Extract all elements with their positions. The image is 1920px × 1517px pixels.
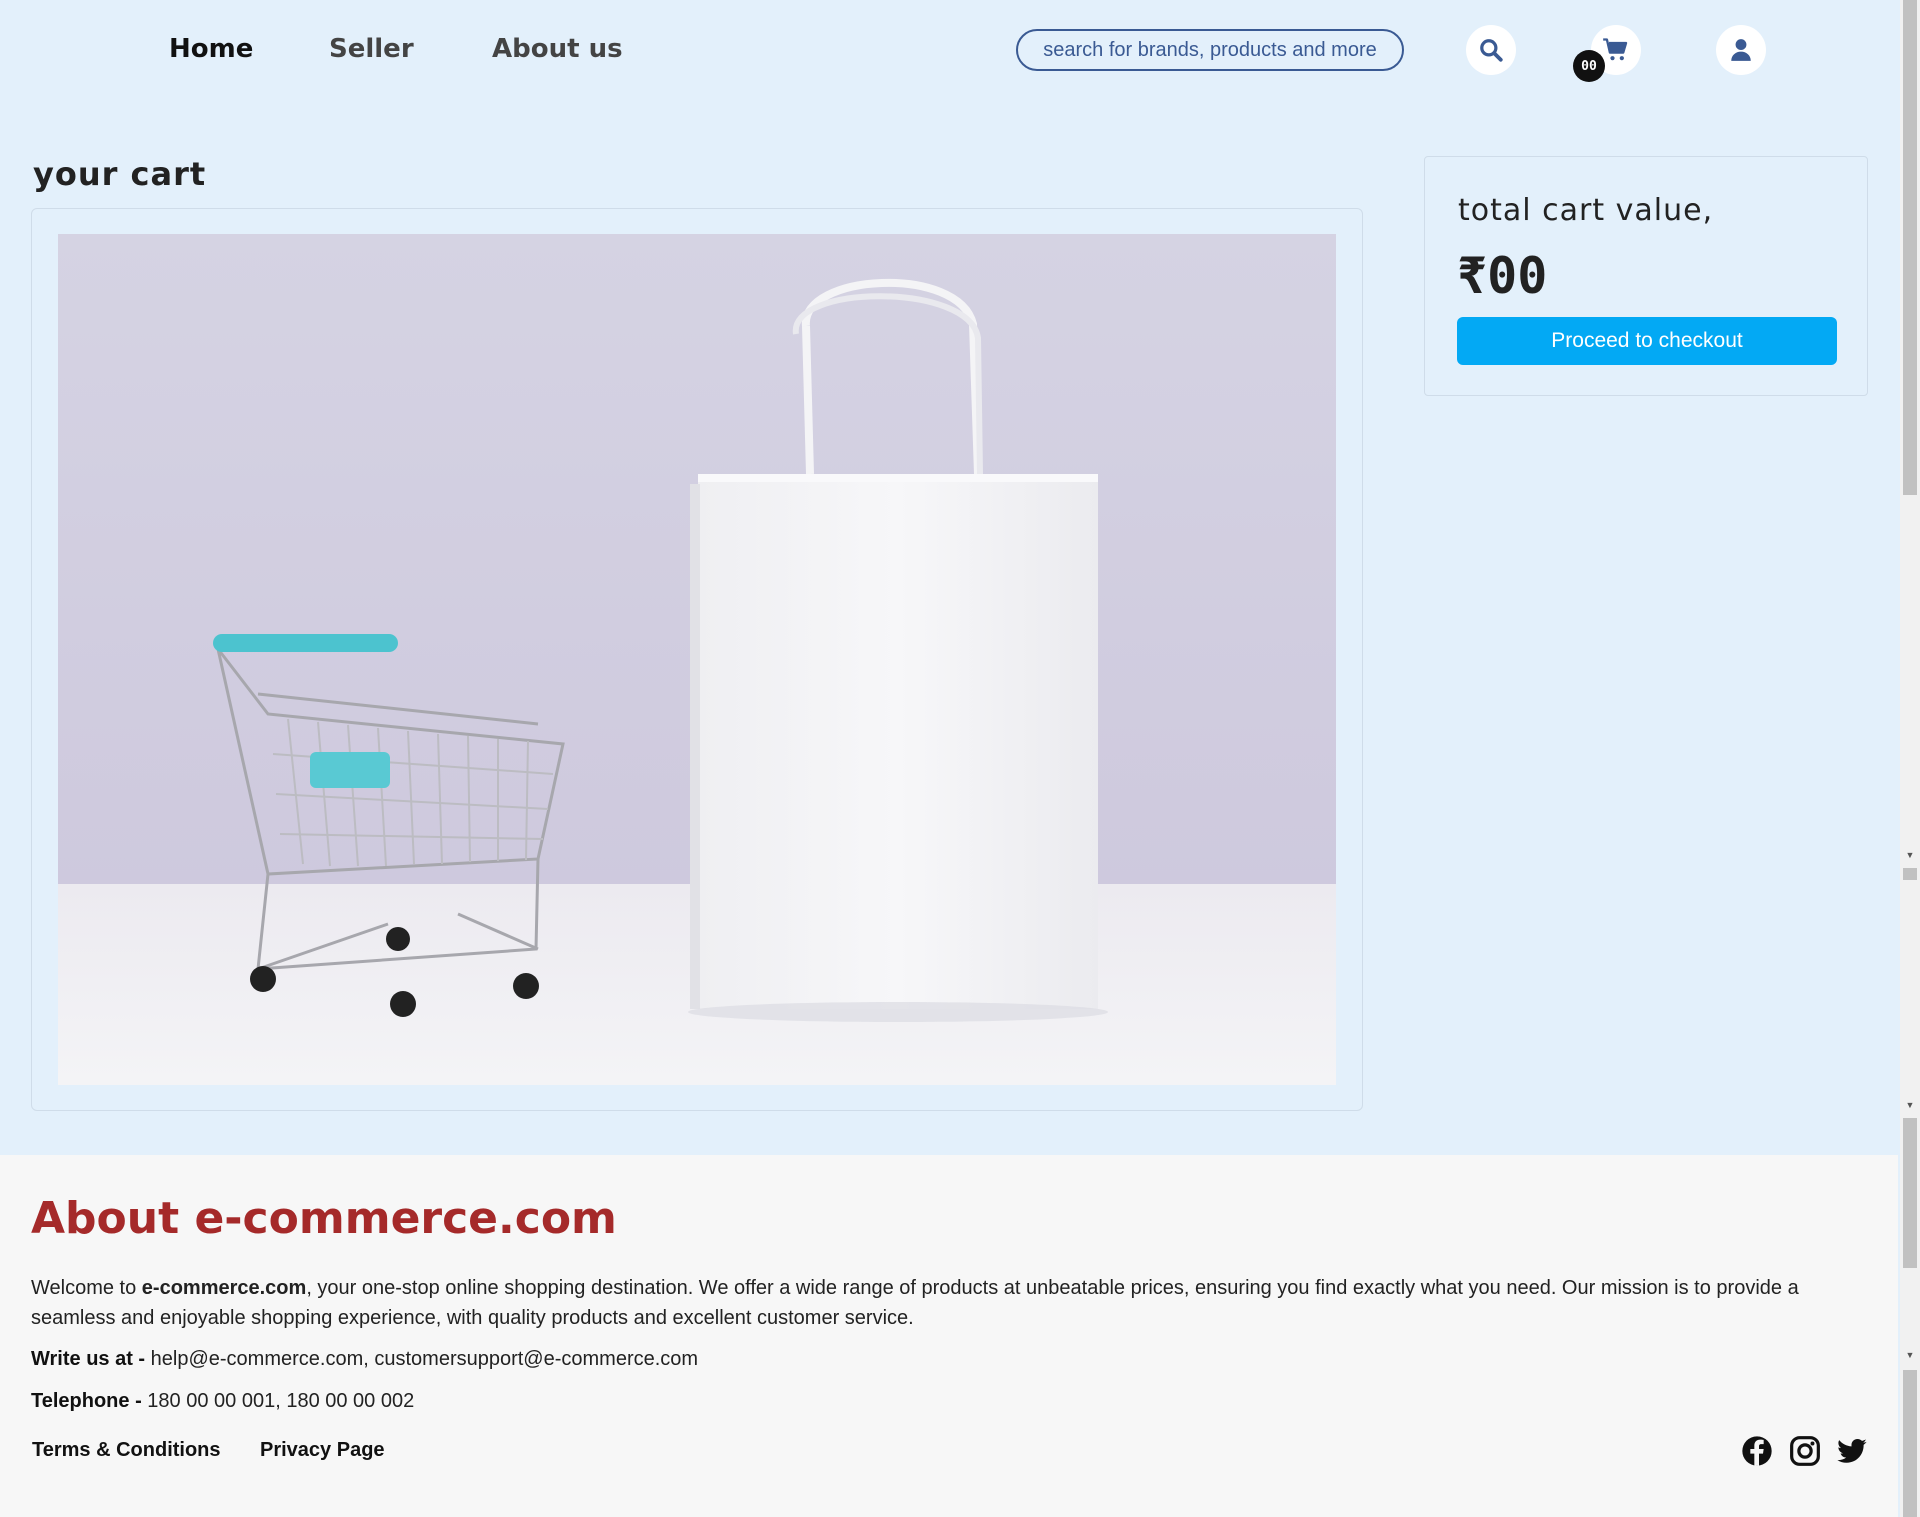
write-label: Write us at -	[31, 1348, 146, 1370]
cart-items-panel	[31, 208, 1363, 1111]
instagram-icon[interactable]	[1789, 1435, 1821, 1467]
nav-seller-link[interactable]: Seller	[329, 34, 414, 64]
footer-about-text: Welcome to e-commerce.com, your one-stop…	[31, 1273, 1821, 1333]
proceed-to-checkout-button[interactable]: Proceed to checkout	[1457, 317, 1837, 365]
scrollbar-thumb-top[interactable]	[1903, 0, 1917, 495]
terms-link[interactable]: Terms & Conditions	[32, 1439, 221, 1462]
search-input[interactable]	[1016, 29, 1404, 71]
cart-title: your cart	[33, 155, 207, 193]
scrollbar-thumb-bottom[interactable]	[1903, 1370, 1917, 1517]
contact-telephone-line: Telephone - 180 00 00 001, 180 00 00 002	[31, 1390, 414, 1413]
facebook-icon[interactable]	[1741, 1435, 1773, 1467]
nav-home-link[interactable]: Home	[169, 34, 253, 64]
search-icon	[1480, 39, 1503, 62]
scroll-down-arrow[interactable]: ▼	[1904, 1350, 1916, 1360]
welcome-prefix: Welcome to	[31, 1277, 142, 1299]
contact-email-line: Write us at - help@e-commerce.com, custo…	[31, 1348, 698, 1371]
top-navbar: Home Seller About us 00	[0, 0, 1898, 100]
cart-summary-panel: total cart value, ₹00 Proceed to checkou…	[1424, 156, 1868, 396]
scrollbar-thumb-lower[interactable]	[1903, 1118, 1917, 1268]
scrollbar-thumb-middle[interactable]	[1903, 868, 1917, 880]
footer: About e-commerce.com Welcome to e-commer…	[0, 1155, 1898, 1517]
total-cart-value: ₹00	[1457, 247, 1548, 305]
footer-title: About e-commerce.com	[31, 1193, 617, 1244]
search-button[interactable]	[1466, 25, 1516, 75]
page-scrollbar[interactable]: ▼ ▼ ▼	[1900, 0, 1920, 1517]
cart-count-badge: 00	[1573, 50, 1605, 82]
privacy-link[interactable]: Privacy Page	[260, 1439, 385, 1462]
telephone-label: Telephone -	[31, 1390, 142, 1412]
cart-icon	[1603, 38, 1628, 61]
brand-name: e-commerce.com	[141, 1277, 307, 1299]
scroll-down-arrow[interactable]: ▼	[1904, 850, 1916, 860]
twitter-icon[interactable]	[1836, 1435, 1868, 1467]
nav-about-link[interactable]: About us	[492, 34, 623, 64]
contact-emails: help@e-commerce.com, customersupport@e-c…	[145, 1348, 699, 1370]
empty-cart-image	[58, 234, 1336, 1085]
user-icon	[1731, 39, 1751, 61]
total-cart-value-label: total cart value,	[1458, 193, 1714, 228]
account-button[interactable]	[1716, 25, 1766, 75]
telephone-numbers: 180 00 00 001, 180 00 00 002	[141, 1390, 415, 1412]
scroll-down-arrow[interactable]: ▼	[1904, 1100, 1916, 1110]
